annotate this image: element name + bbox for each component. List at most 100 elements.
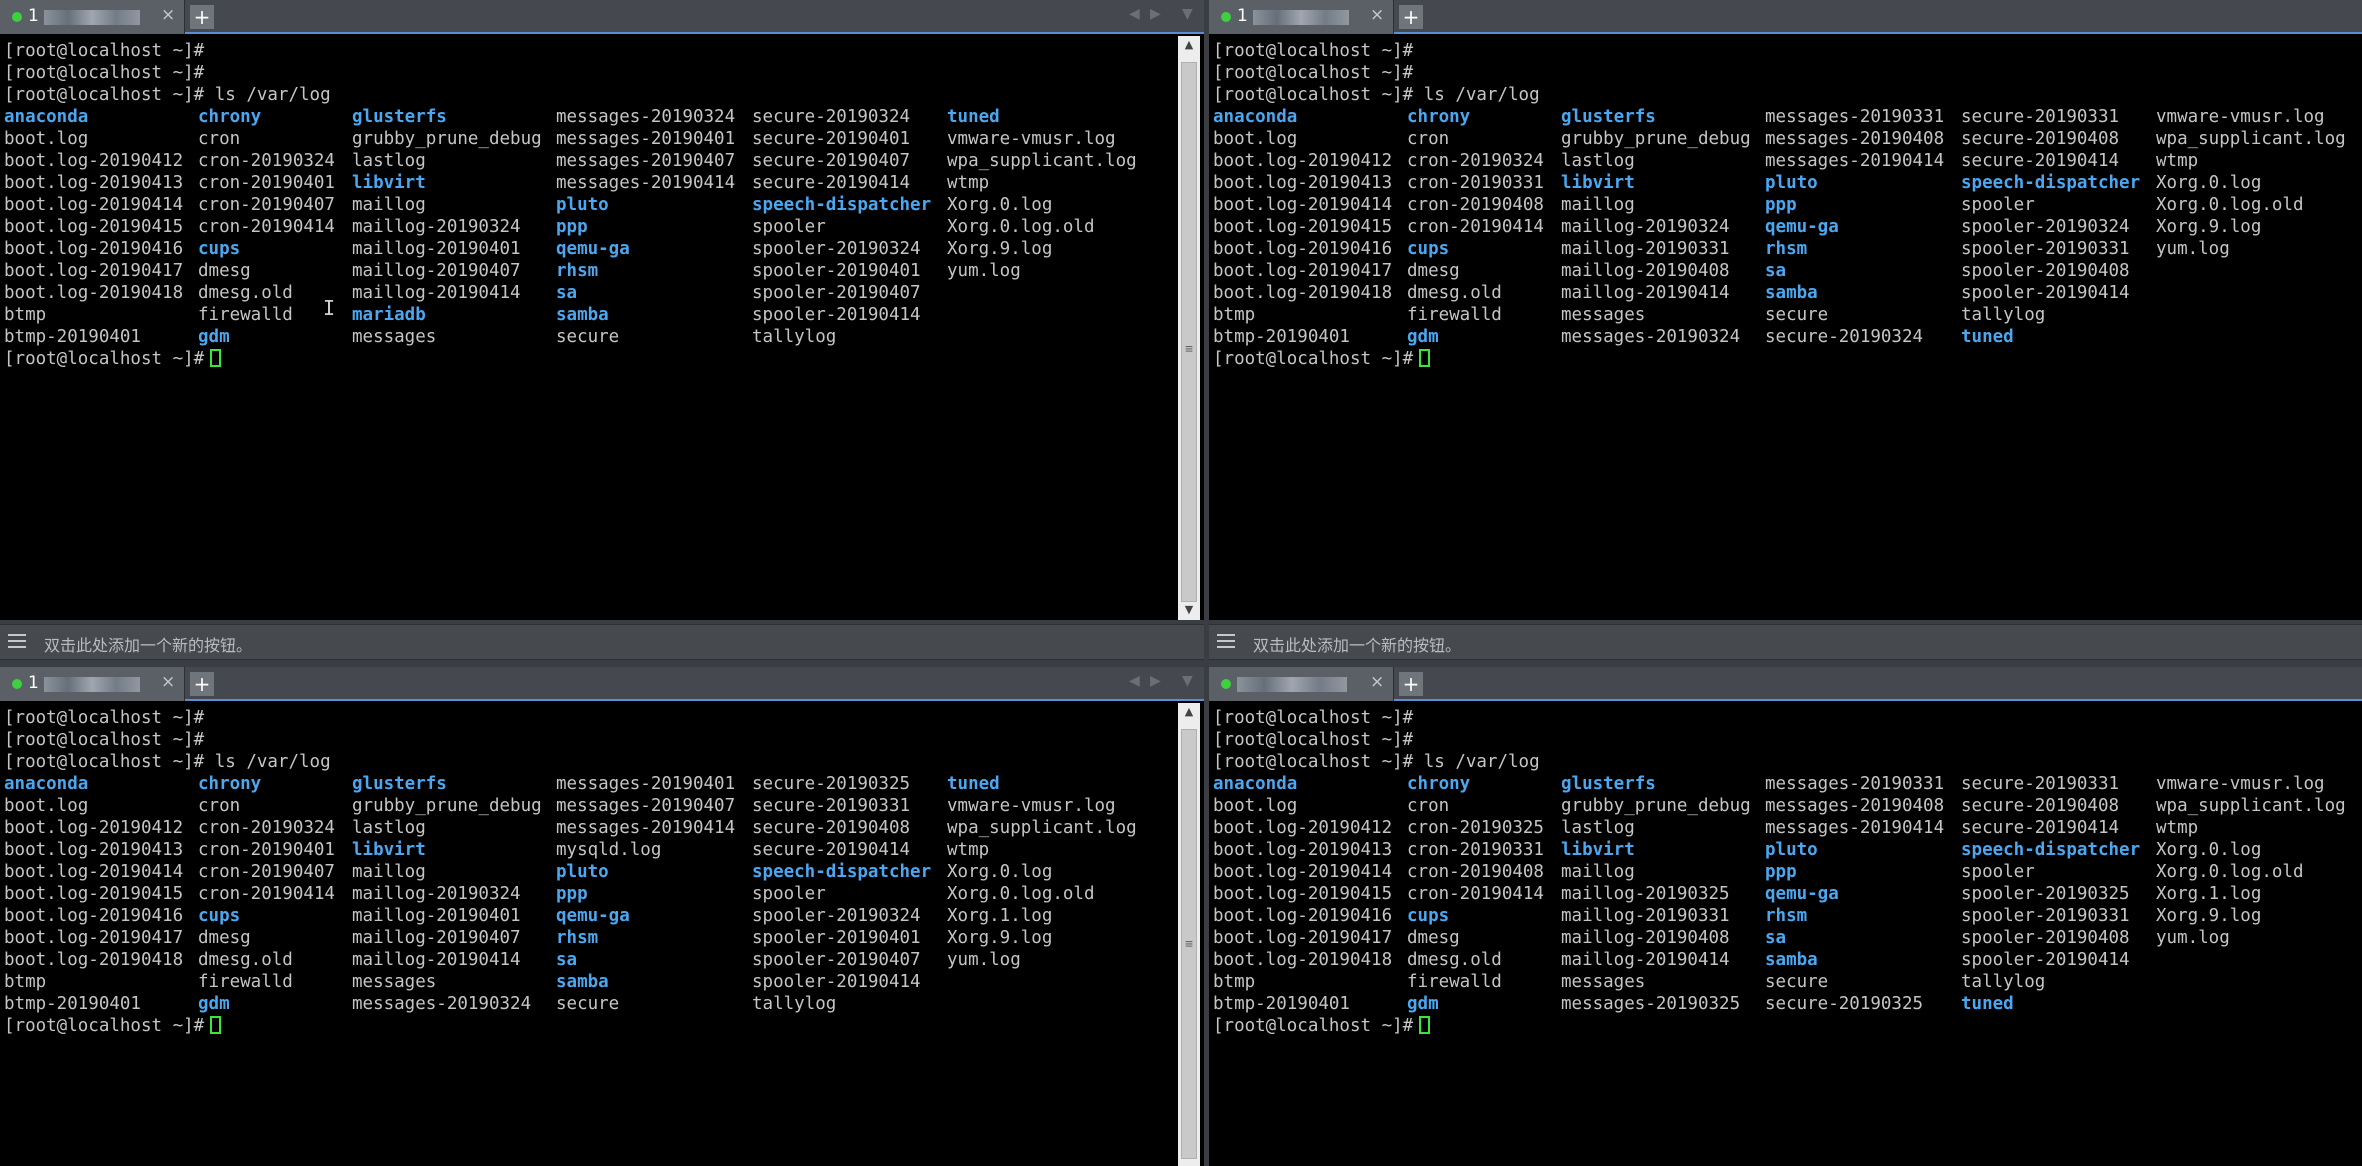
directory-entry: ppp — [1765, 195, 1797, 215]
session-tab[interactable]: 1 × — [0, 667, 185, 701]
file-entry: spooler-20190414 — [752, 972, 921, 992]
file-entry: boot.log — [4, 129, 89, 149]
file-entry: tallylog — [1961, 305, 2046, 325]
session-tab[interactable]: 1 × — [1209, 0, 1394, 34]
terminal-pane-bottom-left[interactable]: 1 × + ◀ ▶ ▼ [root@localhost ~]# [root@loc… — [0, 667, 1204, 1166]
file-entry: dmesg.old — [1407, 950, 1502, 970]
file-entry: Xorg.9.log — [947, 239, 1053, 259]
tab-bar: 1 × + ◀ ▶ ▼ — [0, 667, 1204, 701]
directory-entry: gdm — [1407, 327, 1439, 347]
directory-entry: chrony — [198, 774, 262, 794]
scroll-down-icon[interactable]: ▼ — [1178, 603, 1200, 616]
active-prompt-line[interactable]: [root@localhost ~]# — [4, 1015, 1178, 1037]
menu-icon[interactable] — [8, 634, 26, 648]
directory-entry: glusterfs — [352, 774, 447, 794]
file-entry: boot.log-20190417 — [1213, 261, 1393, 281]
listing-row: btmp-20190401 gdm messages-20190324 secure-… — [1213, 326, 2358, 348]
file-entry: cron-20190331 — [1407, 173, 1544, 193]
directory-entry: chrony — [1407, 774, 1471, 794]
close-tab-icon[interactable]: × — [1370, 5, 1384, 25]
terminal-output[interactable]: [root@localhost ~]# [root@localhost ~]# [r… — [1213, 40, 2358, 620]
file-entry: boot.log-20190414 — [1213, 862, 1393, 882]
scroll-up-icon[interactable]: ▲ — [1178, 705, 1200, 718]
terminal-cursor — [210, 1016, 222, 1034]
active-prompt-line[interactable]: [root@localhost ~]# — [4, 348, 1178, 370]
terminal-output[interactable]: [root@localhost ~]# [root@localhost ~]# [r… — [1213, 707, 2358, 1166]
add-tab-button[interactable]: + — [190, 5, 214, 29]
file-entry: cron-20190324 — [198, 151, 335, 171]
directory-entry: anaconda — [1213, 107, 1298, 127]
tab-list-icon[interactable]: ▼ — [1182, 6, 1193, 22]
file-entry: secure — [1765, 972, 1829, 992]
file-entry: boot.log-20190413 — [4, 173, 184, 193]
tab-next-icon[interactable]: ▶ — [1150, 673, 1161, 689]
file-entry: spooler-20190401 — [752, 928, 921, 948]
file-entry: grubby_prune_debug — [352, 796, 542, 816]
prompt-line: [root@localhost ~]# — [4, 708, 205, 728]
file-entry: wtmp — [2156, 151, 2199, 171]
listing-row: btmp firewalld messages secure tallylog — [1213, 304, 2358, 326]
terminal-output[interactable]: [root@localhost ~]# [root@localhost ~]# [r… — [4, 707, 1178, 1166]
listing-row: boot.log cron grubby_prune_debug messages-2… — [4, 795, 1178, 817]
file-entry: maillog-20190408 — [1561, 261, 1730, 281]
file-entry: dmesg — [198, 261, 251, 281]
file-entry: boot.log-20190417 — [4, 261, 184, 281]
file-entry: secure-20190331 — [1961, 774, 2120, 794]
prompt-line: [root@localhost ~]# — [1213, 708, 1414, 728]
file-entry: secure-20190408 — [1961, 129, 2120, 149]
tab-next-icon[interactable]: ▶ — [1150, 6, 1161, 22]
add-tab-button[interactable]: + — [1399, 672, 1423, 696]
directory-entry: gdm — [198, 327, 230, 347]
add-tab-button[interactable]: + — [190, 672, 214, 696]
session-tab[interactable]: 1 × — [0, 0, 185, 34]
listing-row: boot.log-20190416 cups maillog-20190401 qem… — [4, 238, 1178, 260]
file-entry: maillog-20190324 — [352, 217, 521, 237]
file-entry: Xorg.1.log — [2156, 884, 2262, 904]
terminal-output[interactable]: [root@localhost ~]# [root@localhost ~]# [r… — [4, 40, 1178, 620]
file-entry: messages-20190325 — [1561, 994, 1741, 1014]
tab-prev-icon[interactable]: ◀ — [1129, 6, 1140, 22]
directory-entry: gdm — [198, 994, 230, 1014]
tab-list-icon[interactable]: ▼ — [1182, 673, 1193, 689]
quick-button-bar[interactable]: 双击此处添加一个新的按钮。 — [1209, 624, 2362, 660]
listing-row: boot.log-20190412 cron-20190324 lastlog mes… — [4, 817, 1178, 839]
terminal-cursor — [1419, 1016, 1431, 1034]
close-tab-icon[interactable]: × — [1370, 672, 1384, 692]
file-entry: cron — [198, 129, 241, 149]
terminal-pane-top-right[interactable]: 1 × + [root@localhost ~]# [root@localhost… — [1209, 0, 2362, 620]
file-entry: boot.log-20190416 — [4, 239, 184, 259]
file-entry: btmp-20190401 — [4, 327, 141, 347]
tab-prev-icon[interactable]: ◀ — [1129, 673, 1140, 689]
active-prompt-line[interactable]: [root@localhost ~]# — [1213, 1015, 2358, 1037]
file-entry: maillog-20190325 — [1561, 884, 1730, 904]
directory-entry: pluto — [1765, 173, 1818, 193]
scroll-up-icon[interactable]: ▲ — [1178, 38, 1200, 51]
vertical-scrollbar[interactable]: ▲ ≡ — [1178, 703, 1200, 1166]
add-tab-button[interactable]: + — [1399, 5, 1423, 29]
file-entry: cron-20190401 — [198, 173, 335, 193]
scroll-thumb[interactable] — [1181, 62, 1197, 602]
listing-row: boot.log-20190414 cron-20190407 maillog plu… — [4, 861, 1178, 883]
file-entry: boot.log-20190415 — [4, 217, 184, 237]
file-entry: firewalld — [198, 972, 293, 992]
listing-row: boot.log-20190417 dmesg maillog-20190408 sa… — [1213, 260, 2358, 282]
file-entry: secure-20190414 — [1961, 818, 2120, 838]
listing-row: boot.log-20190418 dmesg.old maillog-201904… — [1213, 282, 2358, 304]
file-entry: cron-20190331 — [1407, 840, 1544, 860]
file-entry: boot.log-20190415 — [1213, 217, 1393, 237]
file-entry: boot.log-20190416 — [1213, 906, 1393, 926]
directory-entry: pluto — [1765, 840, 1818, 860]
file-entry: tallylog — [752, 327, 837, 347]
active-prompt-line[interactable]: [root@localhost ~]# — [1213, 348, 2358, 370]
close-tab-icon[interactable]: × — [161, 672, 175, 692]
listing-row: boot.log-20190413 cron-20190331 libvirt plu… — [1213, 839, 2358, 861]
session-tab[interactable]: × — [1209, 667, 1394, 701]
terminal-pane-top-left[interactable]: 1 × + ◀ ▶ ▼ [root@localhost ~]# [root@loc… — [0, 0, 1204, 620]
directory-entry: tuned — [947, 107, 1000, 127]
vertical-scrollbar[interactable]: ▲ ≡ ▼ — [1178, 36, 1200, 620]
quick-button-bar[interactable]: 双击此处添加一个新的按钮。 — [0, 624, 1204, 660]
close-tab-icon[interactable]: × — [161, 5, 175, 25]
terminal-pane-bottom-right[interactable]: × + [root@localhost ~]# [root@localhost ~… — [1209, 667, 2362, 1166]
button-bar-hint: 双击此处添加一个新的按钮。 — [44, 636, 253, 655]
menu-icon[interactable] — [1217, 634, 1235, 648]
